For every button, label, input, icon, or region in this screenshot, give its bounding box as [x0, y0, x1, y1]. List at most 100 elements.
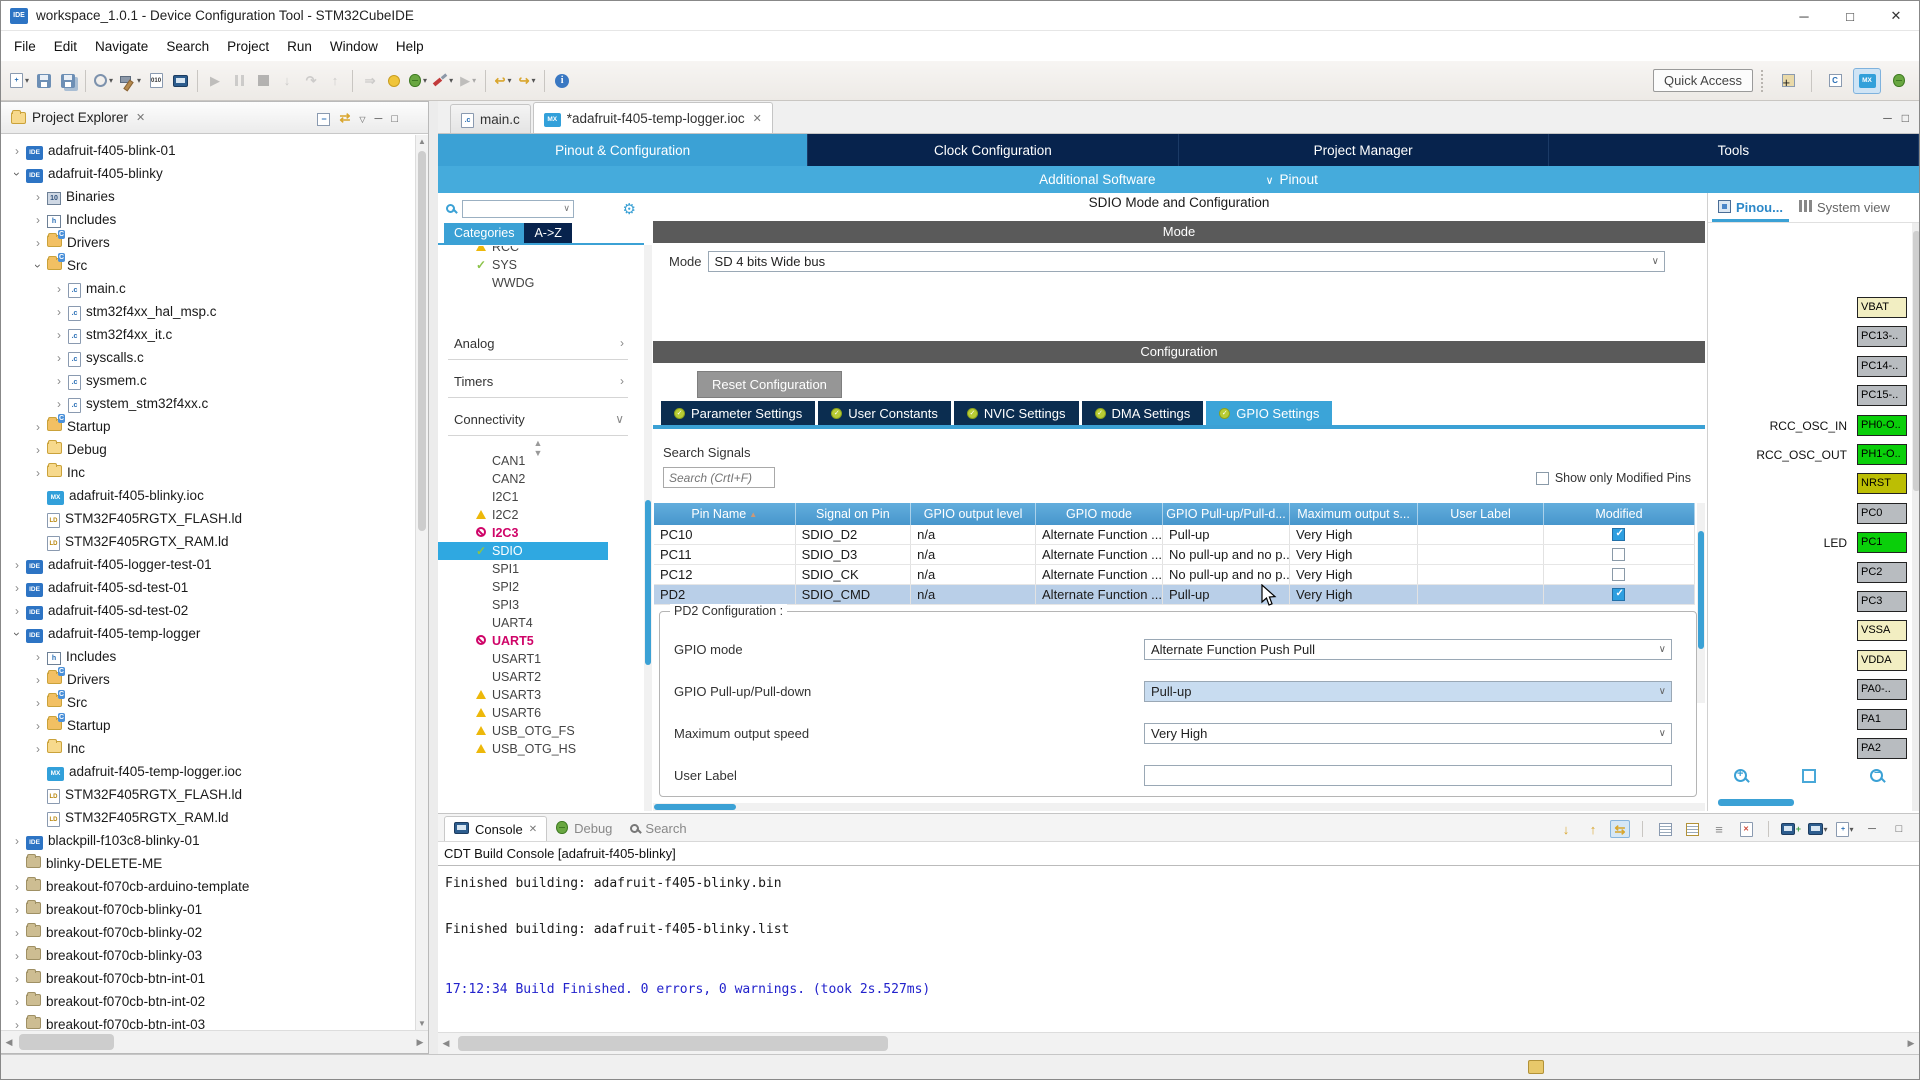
quick-access-button[interactable]: Quick Access: [1653, 69, 1753, 92]
save-all-icon[interactable]: [56, 68, 80, 94]
pin-nrst[interactable]: NRST: [1857, 473, 1907, 494]
pin-pc13[interactable]: PC13-..: [1857, 326, 1907, 347]
debug-icon[interactable]: ▾: [406, 68, 430, 94]
modified-checkbox[interactable]: [1612, 528, 1625, 541]
reset-configuration-button[interactable]: Reset Configuration: [697, 371, 842, 398]
modified-checkbox[interactable]: [1612, 548, 1625, 561]
peripheral-sdio[interactable]: ✓ SDIO: [438, 542, 608, 560]
tab-project-explorer[interactable]: Project Explorer ✕: [7, 110, 149, 125]
tree-item[interactable]: › IDE adafruit-f405-logger-test-01: [1, 553, 415, 576]
expander-icon[interactable]: ›: [30, 420, 46, 434]
gpio-mode-select[interactable]: Alternate Function Push Pull∨: [1144, 639, 1672, 660]
console-horizontal-scrollbar[interactable]: ◀ ▶: [438, 1032, 1919, 1054]
peripheral-usart6[interactable]: USART6: [438, 704, 638, 722]
expander-icon[interactable]: ›: [9, 949, 25, 963]
tree-item[interactable]: LD STM32F405RGTX_RAM.ld: [1, 806, 415, 829]
peripheral-i2c3[interactable]: I2C3: [438, 524, 638, 542]
menu-edit[interactable]: Edit: [45, 34, 86, 59]
peripheral-usart2[interactable]: USART2: [438, 668, 638, 686]
pin-pa1[interactable]: PA1: [1857, 709, 1907, 730]
expander-icon[interactable]: ›: [10, 626, 24, 642]
expander-icon[interactable]: ›: [30, 443, 46, 457]
scroll-left-arrow-icon[interactable]: ◀: [438, 1033, 454, 1054]
tree-item[interactable]: › .c sysmem.c: [1, 369, 415, 392]
panel-horizontal-scrollbar[interactable]: [653, 803, 1705, 811]
peripheral-uart4[interactable]: UART4: [438, 614, 638, 632]
nav-tab-clock-configuration[interactable]: Clock Configuration: [808, 134, 1178, 166]
expander-icon[interactable]: ›: [30, 742, 46, 756]
expander-icon[interactable]: ›: [51, 328, 67, 342]
gpio-row-pc10[interactable]: PC10SDIO_D2n/aAlternate Function ...Pull…: [654, 525, 1695, 545]
user-label-input[interactable]: [1144, 765, 1672, 786]
column-header[interactable]: GPIO mode: [1036, 503, 1163, 525]
expander-icon[interactable]: ›: [30, 696, 46, 710]
expander-icon[interactable]: ›: [9, 581, 25, 595]
expander-icon[interactable]: ›: [31, 258, 45, 274]
pin-pc14[interactable]: PC14-..: [1857, 356, 1907, 377]
tree-item[interactable]: › IDE adafruit-f405-sd-test-02: [1, 599, 415, 622]
scroll-right-arrow-icon[interactable]: ▶: [1903, 1033, 1919, 1054]
gpio-row-pc11[interactable]: PC11SDIO_D3n/aAlternate Function ...No p…: [654, 545, 1695, 565]
collapse-all-icon[interactable]: −: [317, 110, 330, 126]
mode-select[interactable]: SD 4 bits Wide bus∨: [708, 251, 1665, 272]
column-header[interactable]: Maximum output s...: [1290, 503, 1418, 525]
peripheral-i2c1[interactable]: I2C1: [438, 488, 638, 506]
tree-item[interactable]: › IDE adafruit-f405-sd-test-01: [1, 576, 415, 599]
explorer-vertical-scrollbar[interactable]: ▲ ▼: [415, 135, 428, 1030]
tree-item[interactable]: › h Includes: [1, 645, 415, 668]
profile-icon[interactable]: [382, 68, 406, 94]
expander-icon[interactable]: ›: [10, 166, 24, 182]
modified-checkbox[interactable]: [1612, 588, 1625, 601]
expander-icon[interactable]: ›: [51, 374, 67, 388]
column-header[interactable]: GPIO Pull-up/Pull-d...: [1163, 503, 1290, 525]
menu-project[interactable]: Project: [218, 34, 278, 59]
peripheral-sys[interactable]: ✓ SYS: [438, 256, 638, 274]
clear-console-icon[interactable]: ✕: [1736, 820, 1756, 838]
peripheral-wwdg[interactable]: WWDG: [438, 274, 638, 292]
editor-tab[interactable]: MX *adafruit-f405-temp-logger.ioc ✕: [533, 102, 773, 133]
tree-item[interactable]: › Inc: [1, 737, 415, 760]
close-tab-icon[interactable]: ✕: [529, 824, 537, 835]
menu-search[interactable]: Search: [157, 34, 218, 59]
config-tab-nvic-settings[interactable]: ✓NVIC Settings: [954, 401, 1079, 425]
pinout-vertical-scrollbar[interactable]: [1912, 223, 1920, 811]
pin-ph0o[interactable]: PH0-O..: [1857, 415, 1907, 436]
best-fit-icon[interactable]: [1802, 769, 1816, 786]
tree-item[interactable]: › breakout-f070cb-btn-int-03: [1, 1013, 415, 1030]
peripheral-i2c2[interactable]: I2C2: [438, 506, 638, 524]
console-shortcut-icon[interactable]: [168, 68, 192, 94]
expander-icon[interactable]: ›: [9, 926, 25, 940]
tree-item[interactable]: › breakout-f070cb-blinky-01: [1, 898, 415, 921]
build-icon[interactable]: ▾: [116, 68, 144, 94]
maximize-view-icon[interactable]: □: [1889, 820, 1909, 838]
lock-console-icon[interactable]: [1682, 820, 1702, 838]
expander-icon[interactable]: ›: [9, 880, 25, 894]
forward-icon[interactable]: ↪▾: [515, 68, 539, 94]
tree-item[interactable]: › .c syscalls.c: [1, 346, 415, 369]
menu-help[interactable]: Help: [387, 34, 433, 59]
new-wizard-icon[interactable]: +▾: [7, 68, 32, 94]
cubemx-perspective-icon[interactable]: MX: [1853, 68, 1881, 94]
tab-categories[interactable]: Categories: [444, 223, 524, 243]
new-console-icon[interactable]: +▾: [1835, 820, 1855, 838]
terminate-icon[interactable]: [251, 68, 275, 94]
tree-item[interactable]: › h Includes: [1, 208, 415, 231]
peripherals-scrollbar[interactable]: [644, 245, 652, 811]
scroll-up-icon[interactable]: ↑: [1583, 820, 1603, 838]
peripheral-usart1[interactable]: USART1: [438, 650, 638, 668]
tree-item[interactable]: › Startup: [1, 714, 415, 737]
expander-icon[interactable]: ›: [30, 236, 46, 250]
nav-tab-pinout-configuration[interactable]: Pinout & Configuration: [438, 134, 808, 166]
minimize-view-icon[interactable]: ─: [375, 110, 383, 125]
expander-icon[interactable]: ›: [30, 213, 46, 227]
column-header[interactable]: Signal on Pin: [796, 503, 912, 525]
skip-breakpoints-icon[interactable]: ▾: [91, 68, 116, 94]
gpio-row-pc12[interactable]: PC12SDIO_CKn/aAlternate Function ...No p…: [654, 565, 1695, 585]
close-view-icon[interactable]: ✕: [136, 111, 145, 124]
expander-icon[interactable]: ›: [30, 719, 46, 733]
tree-item[interactable]: › Inc: [1, 461, 415, 484]
close-tab-icon[interactable]: ✕: [753, 112, 762, 125]
config-tab-gpio-settings[interactable]: ✓GPIO Settings: [1206, 401, 1332, 425]
debug-perspective-icon[interactable]: [1885, 68, 1913, 94]
pin-pc15[interactable]: PC15-..: [1857, 385, 1907, 406]
